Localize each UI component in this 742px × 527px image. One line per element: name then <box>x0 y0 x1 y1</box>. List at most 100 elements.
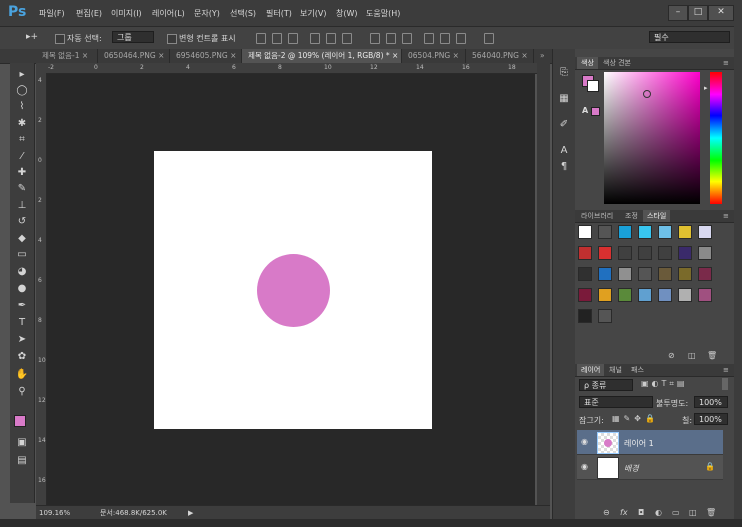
style-swatch[interactable] <box>658 267 672 281</box>
hue-slider[interactable] <box>710 72 722 204</box>
menu-select[interactable]: 선택(S) <box>230 8 256 19</box>
color-picker-cursor[interactable] <box>643 90 651 98</box>
style-swatch[interactable] <box>698 246 712 260</box>
menu-edit[interactable]: 편집(E) <box>76 8 102 19</box>
gradient-icon[interactable]: ▭ <box>15 249 29 261</box>
distribute-top-icon[interactable] <box>370 33 380 44</box>
quick-mask-icon[interactable]: ▣ <box>15 437 29 449</box>
status-menu-arrow-icon[interactable]: ▶ <box>188 506 193 520</box>
zoom-icon[interactable]: ⚲ <box>15 386 29 398</box>
menu-window[interactable]: 창(W) <box>336 8 358 19</box>
tab-paths[interactable]: 패스 <box>627 364 648 376</box>
tab-untitled-1[interactable]: 제목 없음-1 × <box>36 49 98 63</box>
style-swatch[interactable] <box>598 267 612 281</box>
panel-menu-icon[interactable]: ≡ <box>723 364 729 376</box>
style-swatch[interactable] <box>658 246 672 260</box>
style-swatch[interactable] <box>578 267 592 281</box>
align-right-icon[interactable] <box>342 33 352 44</box>
align-top-icon[interactable] <box>256 33 266 44</box>
auto-select-checkbox[interactable] <box>55 34 65 44</box>
layer-name[interactable]: 레이어 1 <box>624 438 654 449</box>
styles-delete-icon[interactable]: 🗑 <box>707 351 717 360</box>
style-swatch[interactable] <box>618 288 632 302</box>
layer-row-layer1[interactable]: ◉ 레이어 1 <box>577 430 723 455</box>
auto-align-icon[interactable] <box>484 33 494 44</box>
background-color-swatch-panel[interactable] <box>587 80 599 92</box>
tab-06504[interactable]: 06504.PNG × <box>402 49 466 63</box>
panel-menu-icon[interactable]: ≡ <box>723 210 729 222</box>
style-swatch[interactable] <box>698 288 712 302</box>
align-hcenter-icon[interactable] <box>326 33 336 44</box>
style-swatch[interactable] <box>618 267 632 281</box>
zoom-level[interactable]: 109.16% <box>39 506 70 520</box>
screen-mode-icon[interactable]: ▤ <box>15 455 29 467</box>
tab-564040[interactable]: 564040.PNG × <box>466 49 534 63</box>
gamut-swatch[interactable] <box>591 107 600 116</box>
menu-layer[interactable]: 레이어(L) <box>152 8 185 19</box>
ellipse-marquee-icon[interactable]: ◯ <box>15 85 29 97</box>
style-swatch[interactable] <box>658 288 672 302</box>
style-swatch[interactable] <box>578 225 592 239</box>
style-swatch[interactable] <box>598 225 612 239</box>
properties-panel-icon[interactable]: ▦ <box>557 93 571 105</box>
tab-channels[interactable]: 채널 <box>605 364 626 376</box>
shape-icon[interactable]: ✿ <box>15 351 29 363</box>
tab-0650464[interactable]: 0650464.PNG × <box>98 49 170 63</box>
workspace-dropdown[interactable]: 필수 <box>649 31 730 43</box>
style-swatch[interactable] <box>698 225 712 239</box>
style-swatch[interactable] <box>678 225 692 239</box>
tab-close-icon[interactable]: × <box>82 51 88 60</box>
brush-panel-icon[interactable]: ✐ <box>557 119 571 131</box>
distribute-bottom-icon[interactable] <box>402 33 412 44</box>
distribute-left-icon[interactable] <box>424 33 434 44</box>
tab-swatches[interactable]: 색상 견본 <box>599 57 635 69</box>
history-brush-icon[interactable]: ↺ <box>15 216 29 228</box>
lasso-icon[interactable]: ⌇ <box>15 101 29 113</box>
style-swatch[interactable] <box>578 288 592 302</box>
style-swatch[interactable] <box>618 246 632 260</box>
tab-close-icon[interactable]: × <box>453 51 459 60</box>
style-swatch[interactable] <box>598 309 612 323</box>
style-swatch[interactable] <box>578 246 592 260</box>
layer-name[interactable]: 배경 <box>624 463 639 474</box>
fill-input[interactable]: 100% <box>694 413 728 425</box>
style-swatch[interactable] <box>638 225 652 239</box>
distribute-vcenter-icon[interactable] <box>386 33 396 44</box>
menu-image[interactable]: 이미지(I) <box>111 8 142 19</box>
layer-effects-icon[interactable]: fx <box>620 508 628 517</box>
tab-close-icon[interactable]: × <box>158 51 164 60</box>
new-layer-icon[interactable]: ◫ <box>689 508 697 517</box>
style-swatch[interactable] <box>698 267 712 281</box>
menu-file[interactable]: 파일(F) <box>39 8 65 19</box>
style-swatch[interactable] <box>598 288 612 302</box>
layer-mask-icon[interactable]: ◘ <box>638 508 644 517</box>
layer-filter-dropdown[interactable]: ρ 종류 <box>579 379 633 391</box>
menu-filter[interactable]: 필터(T) <box>266 8 292 19</box>
hand-icon[interactable]: ✋ <box>15 369 29 381</box>
blur-icon[interactable]: ◕ <box>15 266 29 278</box>
tab-untitled-2[interactable]: 제목 없음-2 @ 109% (레이어 1, RGB/8) * × <box>242 49 402 63</box>
crop-icon[interactable]: ⌗ <box>15 134 29 146</box>
adjustment-layer-icon[interactable]: ◐ <box>655 508 662 517</box>
style-swatch[interactable] <box>638 267 652 281</box>
character-panel-icon[interactable]: A <box>557 145 571 157</box>
visibility-eye-icon[interactable]: ◉ <box>581 462 588 471</box>
align-bottom-icon[interactable] <box>288 33 298 44</box>
vertical-scrollbar[interactable] <box>537 63 550 505</box>
color-picker-field[interactable] <box>604 72 700 204</box>
menu-help[interactable]: 도움말(H) <box>366 8 400 19</box>
styles-add-icon[interactable]: ◫ <box>688 351 696 360</box>
delete-layer-icon[interactable]: 🗑 <box>706 508 716 517</box>
dodge-icon[interactable]: ● <box>15 283 29 295</box>
visibility-eye-icon[interactable]: ◉ <box>581 437 588 446</box>
brush-icon[interactable]: ✎ <box>15 183 29 195</box>
layer-filter-icons[interactable]: ▣◐T⌗▤ <box>641 379 688 389</box>
menu-view[interactable]: 보기(V) <box>300 8 326 19</box>
tab-close-icon[interactable]: × <box>230 51 236 60</box>
style-swatch[interactable] <box>678 288 692 302</box>
style-swatch[interactable] <box>678 246 692 260</box>
pink-circle-shape[interactable] <box>257 254 330 327</box>
tab-close-icon[interactable]: × <box>392 51 398 60</box>
maximize-button[interactable]: □ <box>688 5 708 21</box>
align-left-icon[interactable] <box>310 33 320 44</box>
